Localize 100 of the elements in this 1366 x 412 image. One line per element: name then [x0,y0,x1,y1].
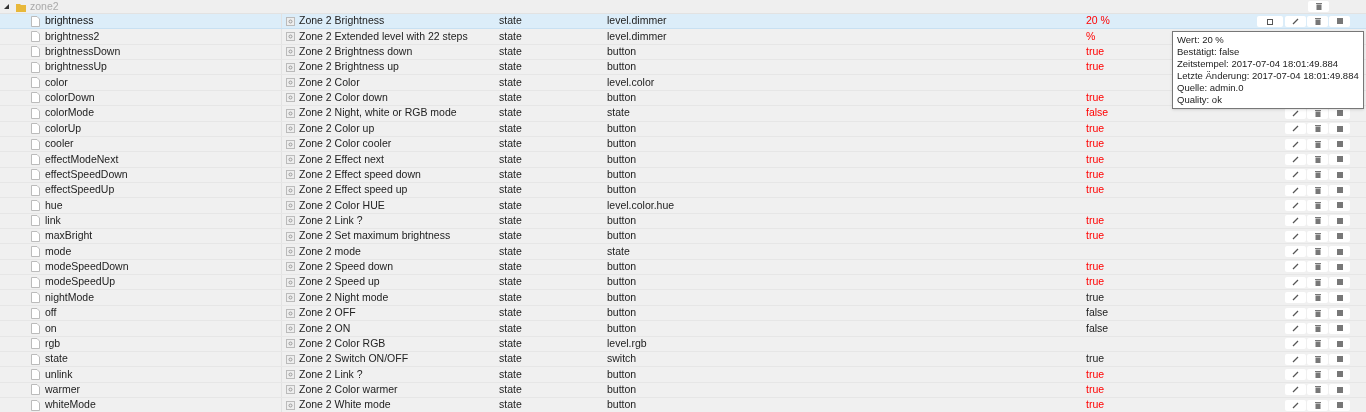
object-name[interactable]: maxBright [45,228,93,245]
delete-button[interactable] [1307,230,1328,242]
object-title: Zone 2 Link ? [299,366,363,382]
object-name[interactable]: mode [45,243,72,260]
object-type: state [499,91,522,104]
object-name[interactable]: warmer [45,381,80,398]
object-name[interactable]: brightnessUp [45,59,107,76]
object-name[interactable]: unlink [45,366,73,383]
trash-icon [1314,17,1321,25]
object-title: Zone 2 Speed down [299,259,393,275]
file-icon [31,353,40,365]
delete-button[interactable] [1307,307,1328,319]
stop-button[interactable] [1329,246,1350,258]
stop-button[interactable] [1329,384,1350,396]
stop-button[interactable] [1329,200,1350,211]
stop-button[interactable] [1329,399,1350,411]
object-name[interactable]: effectSpeedDown [45,166,128,183]
object-name[interactable]: on [45,320,57,337]
object-name[interactable]: effectSpeedUp [45,182,115,198]
stop-button[interactable] [1329,153,1350,165]
stop-button[interactable] [1329,307,1350,319]
object-type: state [499,152,522,165]
object-type: state [499,244,522,257]
object-name[interactable]: cooler [45,136,74,152]
stop-icon [1336,371,1343,378]
trash-icon [1314,370,1321,378]
delete-button[interactable] [1307,153,1328,165]
object-name[interactable]: hue [45,197,63,214]
tooltip-line: Zeitstempel: 2017-07-04 18:01:49.884 [1177,58,1340,70]
delete-button[interactable] [1307,353,1328,365]
edit-button[interactable] [1285,200,1306,211]
object-name[interactable]: colorDown [45,90,95,106]
object-title: Zone 2 Brightness [299,13,385,29]
delete-button[interactable] [1307,384,1328,396]
stop-button[interactable] [1329,338,1350,350]
delete-button[interactable] [1307,246,1328,258]
stop-icon [1336,233,1343,240]
stop-icon [1336,340,1343,347]
stop-button[interactable] [1329,184,1350,196]
object-name[interactable]: rgb [45,335,61,352]
object-name[interactable]: brightnessDown [45,44,121,60]
delete-button[interactable] [1307,338,1328,350]
stop-button[interactable] [1329,215,1350,227]
object-title: Zone 2 White mode [299,397,391,412]
state-icon [286,339,295,349]
stop-button[interactable] [1329,123,1350,135]
collapse-icon[interactable] [4,4,9,9]
object-type: state [499,290,522,303]
object-value: false [1086,306,1109,319]
object-name[interactable]: nightMode [45,289,95,306]
stop-icon [1336,18,1343,25]
delete-button[interactable] [1307,138,1328,150]
object-type: state [499,352,522,365]
delete-button[interactable] [1307,292,1328,304]
stop-button[interactable] [1329,322,1350,334]
object-name[interactable]: color [45,74,68,91]
object-name[interactable]: state [45,351,68,367]
object-name[interactable]: link [45,213,61,229]
delete-button[interactable] [1307,368,1328,380]
copy-button[interactable] [1257,15,1283,27]
object-role: button [607,60,637,73]
stop-button[interactable] [1329,292,1350,304]
object-title: Zone 2 Color RGB [299,335,386,351]
stop-button[interactable] [1329,15,1350,27]
object-name[interactable]: effectModeNext [45,151,119,168]
state-icon [286,323,295,333]
object-name[interactable]: brightness [45,13,94,30]
stop-button[interactable] [1329,261,1350,273]
delete-button[interactable] [1307,123,1328,135]
delete-button[interactable] [1307,15,1328,27]
object-name[interactable]: colorMode [45,105,95,122]
object-name[interactable]: modeSpeedUp [45,274,116,291]
stop-button[interactable] [1329,368,1350,380]
stop-button[interactable] [1329,169,1350,181]
object-role: level.dimmer [607,29,667,42]
object-name[interactable]: brightness2 [45,28,100,45]
stop-button[interactable] [1329,138,1350,150]
delete-button[interactable] [1307,215,1328,227]
object-name[interactable]: off [45,305,57,321]
object-name[interactable]: whiteMode [45,397,96,412]
delete-button[interactable] [1307,169,1328,181]
delete-button[interactable] [1308,1,1329,12]
object-role: button [607,137,637,150]
object-role: button [607,306,637,319]
tooltip-line: Wert: 20 % [1177,34,1225,46]
stop-icon [1336,171,1343,178]
file-icon [31,307,40,319]
stop-button[interactable] [1329,276,1350,288]
object-name[interactable]: modeSpeedDown [45,259,129,275]
stop-button[interactable] [1329,230,1350,242]
delete-button[interactable] [1307,276,1328,288]
delete-button[interactable] [1307,184,1328,196]
stop-button[interactable] [1329,353,1350,365]
object-title: Zone 2 Link ? [299,213,363,228]
object-name[interactable]: colorUp [45,120,82,137]
delete-button[interactable] [1307,399,1328,411]
delete-button[interactable] [1307,322,1328,334]
object-type: state [499,198,522,211]
delete-button[interactable] [1307,200,1328,211]
delete-button[interactable] [1307,261,1328,273]
